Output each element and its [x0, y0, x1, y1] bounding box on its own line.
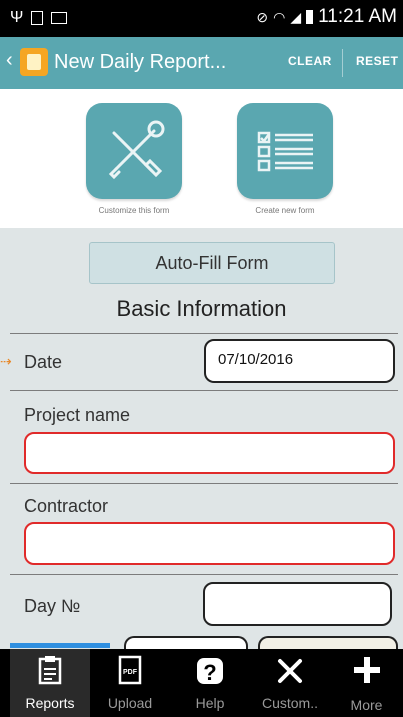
active-tab-indicator: [10, 643, 110, 648]
create-form-tile[interactable]: [237, 103, 333, 199]
action-divider: [342, 49, 343, 77]
tab-reports[interactable]: Reports: [10, 649, 90, 717]
tab-label: Reports: [25, 695, 75, 711]
reset-button[interactable]: RESET: [356, 54, 399, 68]
notification-icons: Ψ: [10, 9, 68, 27]
divider: [10, 390, 398, 391]
battery-icon: [306, 10, 314, 24]
checklist-icon: [257, 131, 313, 172]
customize-form-tile[interactable]: [86, 103, 182, 199]
pdf-icon: PDF: [90, 655, 170, 692]
auto-fill-button[interactable]: Auto-Fill Form: [89, 242, 335, 284]
back-icon[interactable]: ‹: [6, 49, 13, 72]
battery-saver-icon: [31, 11, 44, 25]
status-bar: Ψ ⊘ ◠ ◢ 11:21 AM: [0, 0, 403, 37]
clipboard-icon: [10, 655, 90, 692]
arrow-indicator-icon: ⇢: [0, 353, 12, 369]
divider: [10, 574, 398, 575]
mail-icon: [51, 12, 68, 24]
customize-form-caption: Customize this form: [98, 206, 170, 215]
contractor-label: Contractor: [24, 496, 109, 516]
tab-label: Custom..: [261, 695, 318, 711]
day-number-field[interactable]: [203, 582, 392, 626]
tab-upload[interactable]: PDF Upload: [90, 649, 170, 717]
tab-label: More: [350, 697, 383, 713]
mute-icon: ⊘: [256, 8, 269, 25]
project-name-label: Project name: [24, 405, 131, 425]
svg-text:?: ?: [203, 660, 216, 685]
clear-button[interactable]: CLEAR: [288, 54, 332, 68]
section-title: Basic Information: [116, 296, 287, 321]
wrench-screwdriver-icon: [108, 120, 165, 180]
usb-icon: Ψ: [10, 9, 24, 26]
tab-custom[interactable]: Custom..: [250, 649, 330, 717]
tools-icon: [250, 655, 330, 694]
date-label: Date: [24, 352, 63, 372]
system-icons: ⊘ ◠ ◢ 11:21 AM: [256, 6, 397, 28]
help-icon: ?: [170, 655, 250, 694]
tab-more[interactable]: More: [330, 649, 403, 717]
action-bar: ‹ New Daily Report... CLEAR RESET: [0, 37, 403, 89]
plus-icon: [330, 655, 403, 692]
page-title: New Daily Report...: [54, 51, 227, 73]
date-field[interactable]: 07/10/2016: [204, 339, 395, 383]
divider: [10, 483, 398, 484]
svg-text:PDF: PDF: [123, 669, 138, 676]
signal-icon: ◢: [290, 8, 302, 25]
tab-label: Upload: [107, 695, 153, 711]
day-number-label: Day №: [24, 596, 81, 616]
tab-label: Help: [195, 695, 225, 711]
divider: [10, 333, 398, 334]
tab-help[interactable]: ? Help: [170, 649, 250, 717]
status-time: 11:21 AM: [318, 6, 397, 27]
wifi-icon: ◠: [273, 8, 286, 25]
app-logo-icon[interactable]: [20, 48, 48, 76]
project-name-field[interactable]: [24, 432, 395, 474]
date-value: 07/10/2016: [218, 351, 294, 368]
contractor-field[interactable]: [24, 522, 395, 565]
create-form-caption: Create new form: [255, 206, 315, 215]
bottom-tab-bar: Reports PDF Upload ? Help Custom.. More: [0, 649, 403, 717]
